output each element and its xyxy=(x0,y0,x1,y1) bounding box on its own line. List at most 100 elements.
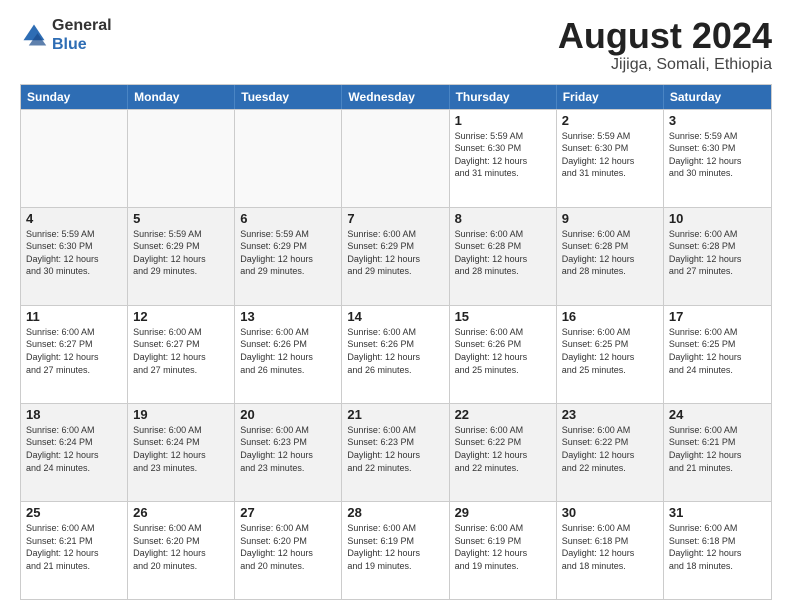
day-number: 31 xyxy=(669,505,766,520)
day-cell-7: 7Sunrise: 6:00 AM Sunset: 6:29 PM Daylig… xyxy=(342,208,449,305)
day-info: Sunrise: 6:00 AM Sunset: 6:23 PM Dayligh… xyxy=(240,424,336,474)
day-info: Sunrise: 6:00 AM Sunset: 6:19 PM Dayligh… xyxy=(455,522,551,572)
day-cell-23: 23 Sunrise: 6:00 AM Sunset: 6:22 PM Dayli… xyxy=(557,404,664,501)
week-3: 11 Sunrise: 6:00 AM Sunset: 6:27 PM Dayli… xyxy=(21,305,771,403)
calendar: SundayMondayTuesdayWednesdayThursdayFrid… xyxy=(20,84,772,600)
day-info: Sunrise: 6:00 AM Sunset: 6:18 PM Dayligh… xyxy=(562,522,658,572)
day-info: Sunrise: 6:00 AM Sunset: 6:20 PM Dayligh… xyxy=(133,522,229,572)
day-cell-27: 27 Sunrise: 6:00 AM Sunset: 6:20 PM Dayli… xyxy=(235,502,342,599)
day-cell-10: 10 Sunrise: 6:00 AM Sunset: 6:28 PM Dayli… xyxy=(664,208,771,305)
day-number: 25 xyxy=(26,505,122,520)
day-cell-20: 20 Sunrise: 6:00 AM Sunset: 6:23 PM Dayli… xyxy=(235,404,342,501)
day-number: 1 xyxy=(455,113,551,128)
day-cell-12: 12Sunrise: 6:00 AM Sunset: 6:27 PM Dayli… xyxy=(128,306,235,403)
day-cell-28: 28 Sunrise: 6:00 AM Sunset: 6:19 PM Dayli… xyxy=(342,502,449,599)
day-cell-6: 6 Sunrise: 5:59 AM Sunset: 6:29 PM Daylig… xyxy=(235,208,342,305)
day-info: Sunrise: 6:00 AM Sunset: 6:27 PM Dayligh… xyxy=(26,326,122,376)
header-day-monday: Monday xyxy=(128,85,235,109)
day-cell-21: 21 Sunrise: 6:00 AM Sunset: 6:23 PM Dayli… xyxy=(342,404,449,501)
day-number: 23 xyxy=(562,407,658,422)
logo: General Blue xyxy=(20,16,112,54)
day-number: 20 xyxy=(240,407,336,422)
calendar-header-row: SundayMondayTuesdayWednesdayThursdayFrid… xyxy=(21,85,771,109)
day-cell-4: 4Sunrise: 5:59 AM Sunset: 6:30 PM Daylig… xyxy=(21,208,128,305)
day-info: Sunrise: 6:00 AM Sunset: 6:29 PM Dayligh… xyxy=(347,228,443,278)
empty-cell-w0c0 xyxy=(21,110,128,207)
day-number: 27 xyxy=(240,505,336,520)
header-day-tuesday: Tuesday xyxy=(235,85,342,109)
day-number: 5 xyxy=(133,211,229,226)
day-info: Sunrise: 6:00 AM Sunset: 6:27 PM Dayligh… xyxy=(133,326,229,376)
day-number: 30 xyxy=(562,505,658,520)
day-info: Sunrise: 6:00 AM Sunset: 6:28 PM Dayligh… xyxy=(562,228,658,278)
day-number: 19 xyxy=(133,407,229,422)
day-info: Sunrise: 6:00 AM Sunset: 6:26 PM Dayligh… xyxy=(240,326,336,376)
header-day-sunday: Sunday xyxy=(21,85,128,109)
day-info: Sunrise: 6:00 AM Sunset: 6:28 PM Dayligh… xyxy=(669,228,766,278)
day-cell-15: 15 Sunrise: 6:00 AM Sunset: 6:26 PM Dayli… xyxy=(450,306,557,403)
logo-general-text: General xyxy=(52,17,112,34)
day-info: Sunrise: 6:00 AM Sunset: 6:22 PM Dayligh… xyxy=(562,424,658,474)
day-info: Sunrise: 6:00 AM Sunset: 6:19 PM Dayligh… xyxy=(347,522,443,572)
day-info: Sunrise: 5:59 AM Sunset: 6:29 PM Dayligh… xyxy=(133,228,229,278)
day-info: Sunrise: 6:00 AM Sunset: 6:26 PM Dayligh… xyxy=(455,326,551,376)
logo-icon xyxy=(20,21,48,49)
day-number: 21 xyxy=(347,407,443,422)
header-day-wednesday: Wednesday xyxy=(342,85,449,109)
week-4: 18 Sunrise: 6:00 AM Sunset: 6:24 PM Dayli… xyxy=(21,403,771,501)
week-1: 1 Sunrise: 5:59 AM Sunset: 6:30 PM Daylig… xyxy=(21,109,771,207)
calendar-body: 1 Sunrise: 5:59 AM Sunset: 6:30 PM Daylig… xyxy=(21,109,771,599)
day-info: Sunrise: 6:00 AM Sunset: 6:18 PM Dayligh… xyxy=(669,522,766,572)
day-number: 18 xyxy=(26,407,122,422)
day-number: 29 xyxy=(455,505,551,520)
day-info: Sunrise: 5:59 AM Sunset: 6:30 PM Dayligh… xyxy=(26,228,122,278)
page: General Blue August 2024 Jijiga, Somali,… xyxy=(0,0,792,612)
day-cell-2: 2 Sunrise: 5:59 AM Sunset: 6:30 PM Daylig… xyxy=(557,110,664,207)
day-info: Sunrise: 6:00 AM Sunset: 6:23 PM Dayligh… xyxy=(347,424,443,474)
day-cell-3: 3Sunrise: 5:59 AM Sunset: 6:30 PM Daylig… xyxy=(664,110,771,207)
day-info: Sunrise: 6:00 AM Sunset: 6:21 PM Dayligh… xyxy=(669,424,766,474)
day-info: Sunrise: 5:59 AM Sunset: 6:29 PM Dayligh… xyxy=(240,228,336,278)
day-info: Sunrise: 6:00 AM Sunset: 6:24 PM Dayligh… xyxy=(133,424,229,474)
day-number: 28 xyxy=(347,505,443,520)
month-year: August 2024 xyxy=(558,16,772,56)
day-cell-25: 25 Sunrise: 6:00 AM Sunset: 6:21 PM Dayli… xyxy=(21,502,128,599)
day-info: Sunrise: 5:59 AM Sunset: 6:30 PM Dayligh… xyxy=(455,130,551,180)
day-info: Sunrise: 6:00 AM Sunset: 6:20 PM Dayligh… xyxy=(240,522,336,572)
day-info: Sunrise: 6:00 AM Sunset: 6:21 PM Dayligh… xyxy=(26,522,122,572)
day-info: Sunrise: 6:00 AM Sunset: 6:25 PM Dayligh… xyxy=(669,326,766,376)
day-number: 26 xyxy=(133,505,229,520)
day-info: Sunrise: 6:00 AM Sunset: 6:22 PM Dayligh… xyxy=(455,424,551,474)
day-info: Sunrise: 6:00 AM Sunset: 6:25 PM Dayligh… xyxy=(562,326,658,376)
day-cell-19: 19 Sunrise: 6:00 AM Sunset: 6:24 PM Dayli… xyxy=(128,404,235,501)
day-number: 24 xyxy=(669,407,766,422)
day-info: Sunrise: 5:59 AM Sunset: 6:30 PM Dayligh… xyxy=(562,130,658,180)
day-number: 22 xyxy=(455,407,551,422)
day-cell-22: 22 Sunrise: 6:00 AM Sunset: 6:22 PM Dayli… xyxy=(450,404,557,501)
day-number: 10 xyxy=(669,211,766,226)
day-cell-11: 11 Sunrise: 6:00 AM Sunset: 6:27 PM Dayli… xyxy=(21,306,128,403)
day-cell-14: 14Sunrise: 6:00 AM Sunset: 6:26 PM Dayli… xyxy=(342,306,449,403)
location: Jijiga, Somali, Ethiopia xyxy=(558,56,772,74)
empty-cell-w0c3 xyxy=(342,110,449,207)
day-cell-1: 1 Sunrise: 5:59 AM Sunset: 6:30 PM Daylig… xyxy=(450,110,557,207)
empty-cell-w0c2 xyxy=(235,110,342,207)
day-cell-5: 5 Sunrise: 5:59 AM Sunset: 6:29 PM Daylig… xyxy=(128,208,235,305)
day-cell-18: 18Sunrise: 6:00 AM Sunset: 6:24 PM Dayli… xyxy=(21,404,128,501)
title-block: August 2024 Jijiga, Somali, Ethiopia xyxy=(558,16,772,74)
day-info: Sunrise: 6:00 AM Sunset: 6:26 PM Dayligh… xyxy=(347,326,443,376)
day-number: 2 xyxy=(562,113,658,128)
week-5: 25 Sunrise: 6:00 AM Sunset: 6:21 PM Dayli… xyxy=(21,501,771,599)
day-cell-13: 13Sunrise: 6:00 AM Sunset: 6:26 PM Dayli… xyxy=(235,306,342,403)
day-cell-8: 8Sunrise: 6:00 AM Sunset: 6:28 PM Daylig… xyxy=(450,208,557,305)
day-number: 11 xyxy=(26,309,122,324)
day-info: Sunrise: 6:00 AM Sunset: 6:28 PM Dayligh… xyxy=(455,228,551,278)
day-number: 6 xyxy=(240,211,336,226)
header-day-saturday: Saturday xyxy=(664,85,771,109)
day-cell-16: 16Sunrise: 6:00 AM Sunset: 6:25 PM Dayli… xyxy=(557,306,664,403)
day-number: 15 xyxy=(455,309,551,324)
header: General Blue August 2024 Jijiga, Somali,… xyxy=(20,16,772,74)
day-cell-30: 30 Sunrise: 6:00 AM Sunset: 6:18 PM Dayli… xyxy=(557,502,664,599)
day-number: 3 xyxy=(669,113,766,128)
logo-blue-text: Blue xyxy=(52,36,87,53)
